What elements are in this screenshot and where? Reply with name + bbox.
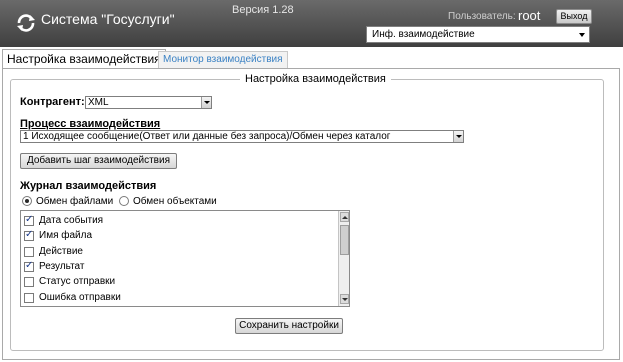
settings-fieldset: Настройка взаимодействия Контрагент: XML… (10, 73, 604, 351)
app-header: Система "Госуслуги" Версия 1.28 Пользова… (0, 0, 623, 47)
user-name: root (518, 8, 541, 23)
tab-interaction-settings[interactable]: Настройка взаимодействия (2, 49, 166, 69)
counterparty-select-value: XML (88, 97, 109, 108)
checkbox[interactable] (24, 214, 34, 226)
checkbox[interactable] (24, 247, 34, 257)
radio-object-exchange[interactable] (119, 196, 129, 206)
radio-file-exchange-label: Обмен файлами (36, 196, 114, 207)
process-label: Процесс взаимодействия (20, 118, 161, 130)
list-item-label: Статус отправки (39, 276, 116, 287)
tab-interaction-monitor[interactable]: Монитор взаимодействия (158, 51, 288, 68)
dropdown-arrow-icon (201, 97, 211, 108)
tab-content: Настройка взаимодействия Контрагент: XML… (2, 68, 620, 360)
add-step-button[interactable]: Добавить шаг взаимодействия (20, 153, 177, 169)
app-title: Система "Госуслуги" (41, 11, 175, 27)
dropdown-arrow-icon (453, 131, 463, 142)
radio-object-exchange-label: Обмен объектами (133, 196, 217, 207)
tab-bar: Настройка взаимодействия Монитор взаимод… (0, 48, 623, 69)
scrollbar-thumb[interactable] (340, 225, 349, 255)
radio-file-exchange[interactable] (22, 196, 32, 206)
list-scrollbar[interactable] (338, 211, 349, 306)
module-select[interactable]: Инф. взаимодействие (366, 26, 590, 43)
app-logo-icon (17, 14, 35, 32)
scroll-down-icon[interactable] (340, 294, 349, 304)
process-select[interactable]: 1 Исходящее сообщение(Ответ или данные б… (20, 130, 464, 143)
counterparty-select[interactable]: XML (85, 96, 212, 109)
scroll-up-icon[interactable] (340, 212, 349, 222)
chevron-down-icon (579, 33, 585, 37)
version-label: Версия 1.28 (232, 4, 294, 16)
list-item-label: Дата события (39, 215, 104, 226)
counterparty-label: Контрагент: (20, 96, 85, 108)
module-select-value: Инф. взаимодействие (372, 29, 475, 40)
logout-button[interactable]: Выход (556, 9, 592, 24)
list-item-label: Ошибка отправки (39, 292, 121, 303)
list-item-label: Действие (39, 246, 83, 257)
fieldset-legend: Настройка взаимодействия (240, 73, 391, 85)
save-settings-button[interactable]: Сохранить настройки (235, 318, 343, 334)
list-item-label: Результат (39, 261, 85, 272)
checkbox[interactable] (24, 293, 34, 303)
journal-fields-list: Дата события Имя файла Действие Результа… (20, 210, 350, 307)
checkbox[interactable] (24, 229, 34, 241)
process-select-value: 1 Исходящее сообщение(Ответ или данные б… (23, 131, 391, 142)
user-label: Пользователь: (448, 11, 516, 22)
list-item-label: Имя файла (39, 230, 93, 241)
journal-label: Журнал взаимодействия (20, 180, 157, 192)
checkbox[interactable] (24, 277, 34, 287)
checkbox[interactable] (24, 260, 34, 272)
